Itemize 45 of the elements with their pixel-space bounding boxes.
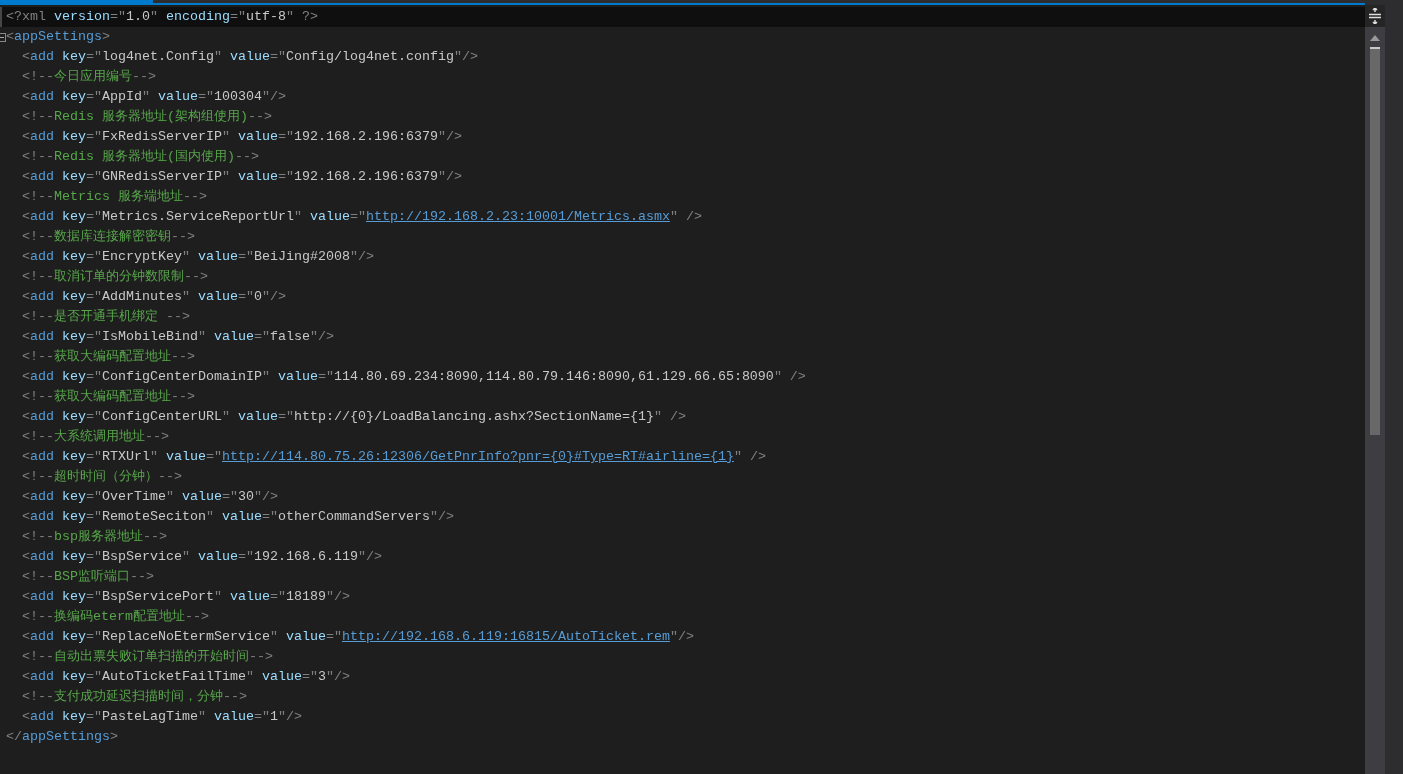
code-line: <appSettings> bbox=[6, 28, 110, 46]
code-line: <!--BSP监听端口--> bbox=[21, 568, 154, 586]
code-line: <!--获取大编码配置地址--> bbox=[21, 348, 195, 366]
code-line: <add key="ReplaceNoEtermService" value="http://192.168.6.119:16815/AutoTicket.rem"/> bbox=[21, 628, 694, 646]
code-line: <!--取消订单的分钟数限制--> bbox=[21, 268, 208, 286]
code-line: <!--数据库连接解密密钥--> bbox=[21, 228, 195, 246]
tab-bar-corner bbox=[1365, 0, 1403, 5]
code-line: <!--是否开通手机绑定 --> bbox=[21, 308, 190, 326]
code-line: <add key="PasteLagTime" value="1"/> bbox=[21, 708, 302, 726]
code-line: <add key="IsMobileBind" value="false"/> bbox=[21, 328, 334, 346]
code-line: <!--bsp服务器地址--> bbox=[21, 528, 167, 546]
code-line: <add key="BspServicePort" value="18189"/> bbox=[21, 588, 350, 606]
code-line: <?xml version="1.0" encoding="utf-8" ?> bbox=[6, 8, 318, 26]
code-line: <!--Metrics 服务端地址--> bbox=[21, 188, 207, 206]
code-line: <!--Redis 服务器地址(国内使用)--> bbox=[21, 148, 259, 166]
code-line: <add key="log4net.Config" value="Config/log4net.config"/> bbox=[21, 48, 478, 66]
code-line: <add key="OverTime" value="30"/> bbox=[21, 488, 278, 506]
code-line: <add key="AutoTicketFailTime" value="3"/> bbox=[21, 668, 350, 686]
code-line: <add key="GNRedisServerIP" value="192.168.2.196:6379"/> bbox=[21, 168, 462, 186]
collapse-icon[interactable] bbox=[0, 32, 6, 42]
code-line: <add key="AddMinutes" value="0"/> bbox=[21, 288, 286, 306]
code-line: <add key="EncryptKey" value="BeiJing#2008"/> bbox=[21, 248, 374, 266]
code-line: <!--支付成功延迟扫描时间，分钟--> bbox=[21, 688, 247, 706]
code-line: <add key="BspService" value="192.168.6.119"/> bbox=[21, 548, 382, 566]
code-line: <add key="AppId" value="100304"/> bbox=[21, 88, 286, 106]
url-link[interactable]: http://114.80.75.26:12306/GetPnrInfo?pnr={0}#Type=RT#airline={1} bbox=[222, 449, 734, 464]
url-link[interactable]: http://192.168.6.119:16815/AutoTicket.rem bbox=[341, 629, 670, 644]
code-line: <add key="Metrics.ServiceReportUrl" value="http://192.168.2.23:10001/Metrics.asmx" /> bbox=[21, 208, 702, 226]
code-line: <add key="ConfigCenterURL" value="http://{0}/LoadBalancing.ashx?SectionName={1}" /> bbox=[21, 408, 686, 426]
split-view-icon[interactable] bbox=[1365, 5, 1385, 27]
url-link[interactable]: http://192.168.2.23:10001/Metrics.asmx bbox=[365, 209, 670, 224]
code-line: </appSettings> bbox=[6, 728, 118, 746]
scroll-up-icon[interactable] bbox=[1370, 35, 1380, 41]
code-line: <!--自动出票失败订单扫描的开始时间--> bbox=[21, 648, 273, 666]
code-line: <!--大系统调用地址--> bbox=[21, 428, 169, 446]
scrollbar-thumb[interactable] bbox=[1370, 47, 1380, 435]
code-line: <add key="ConfigCenterDomainIP" value="114.80.69.234:8090,114.80.79.146:8090,61.129.66.65:8090" /> bbox=[21, 368, 806, 386]
code-line: <!--超时时间（分钟）--> bbox=[21, 468, 182, 486]
code-line: <add key="RTXUrl" value="http://114.80.75.26:12306/GetPnrInfo?pnr={0}#Type=RT#airline={1}" /> bbox=[21, 448, 766, 466]
code-line: <!--获取大编码配置地址--> bbox=[21, 388, 195, 406]
code-line: <!--Redis 服务器地址(架构组使用)--> bbox=[21, 108, 272, 126]
code-line: <add key="FxRedisServerIP" value="192.168.2.196:6379"/> bbox=[21, 128, 462, 146]
code-line: <!--今日应用编号--> bbox=[21, 68, 156, 86]
code-line: <!--换编码eterm配置地址--> bbox=[21, 608, 209, 626]
code-line: <add key="RemoteSeciton" value="otherCommandServers"/> bbox=[21, 508, 454, 526]
